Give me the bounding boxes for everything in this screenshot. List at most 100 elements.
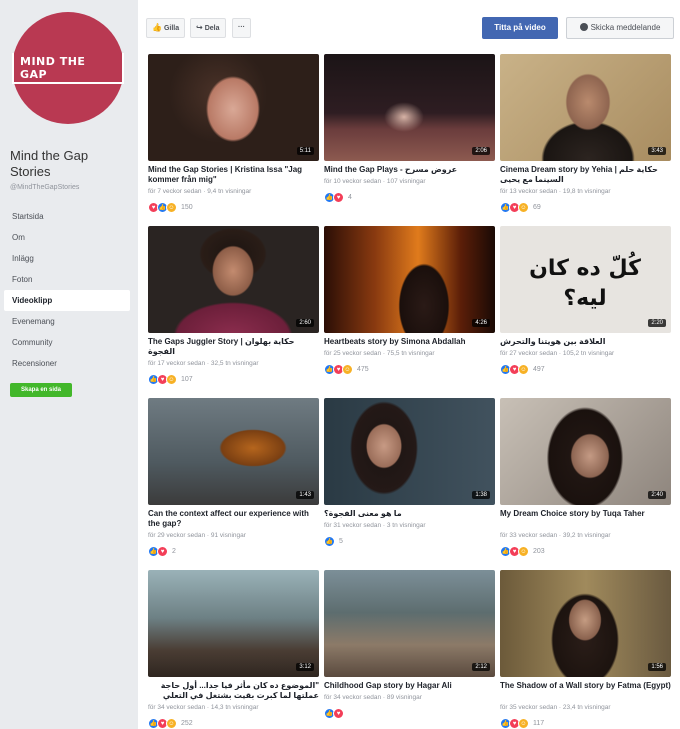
video-card[interactable]: 3:43 Cinema Dream story by Yehia | حكاية… xyxy=(500,54,671,220)
video-meta: för 17 veckor sedan · 32,5 tn visningar xyxy=(148,360,259,367)
video-card[interactable]: 1:43 Can the context affect our experien… xyxy=(148,398,319,564)
video-card[interactable]: 2:12 Childhood Gap story by Hagar Ali fö… xyxy=(324,570,495,729)
nav-item-foton[interactable]: Foton xyxy=(4,269,130,290)
video-thumbnail[interactable]: 2:60 xyxy=(148,226,319,333)
video-title[interactable]: Cinema Dream story by Yehia | حكاية حلم … xyxy=(500,165,671,185)
video-duration: 1:56 xyxy=(648,663,666,671)
video-meta: för 25 veckor sedan · 75,5 tn visningar xyxy=(324,350,435,357)
reaction-summary[interactable]: 👍 ♥ ☺ 117 xyxy=(500,718,544,729)
page-profile-picture[interactable]: MIND THE GAP xyxy=(12,12,124,124)
video-thumbnail[interactable]: كُلّ ده كان ليه؟ 2:20 xyxy=(500,226,671,333)
video-title[interactable]: العلاقة بين هويتنا والتحرش xyxy=(500,337,671,347)
haha-reaction-icon: ☺ xyxy=(518,364,529,375)
nav-item-startsida[interactable]: Startsida xyxy=(4,206,130,227)
video-thumbnail[interactable]: 1:56 xyxy=(500,570,671,677)
video-title[interactable]: Heartbeats story by Simona Abdallah xyxy=(324,337,495,347)
video-meta: för 13 veckor sedan · 19,8 tn visningar xyxy=(500,188,611,195)
stage-light xyxy=(384,102,424,132)
share-page-button[interactable]: ↪ Dela xyxy=(190,18,226,38)
nav-item-recensioner[interactable]: Recensioner xyxy=(4,353,130,374)
page-sidebar: MIND THE GAP Mind the Gap Stories @MindT… xyxy=(0,0,138,729)
page-handle[interactable]: @MindTheGapStories xyxy=(10,184,79,191)
video-title[interactable]: The Gaps Juggler Story | حكاية بهلوان ال… xyxy=(148,337,319,357)
video-meta: för 34 veckor sedan · 14,3 tn visningar xyxy=(148,704,259,711)
haha-reaction-icon: ☺ xyxy=(518,718,529,729)
nav-item-om[interactable]: Om xyxy=(4,227,130,248)
reaction-summary[interactable]: 👍 ♥ ☺ 497 xyxy=(500,364,545,375)
video-thumbnail[interactable]: 5:11 xyxy=(148,54,319,161)
reaction-count: 107 xyxy=(181,376,193,383)
reaction-summary[interactable]: 👍 ♥ ☺ 203 xyxy=(500,546,545,557)
video-thumbnail[interactable]: 3:43 xyxy=(500,54,671,161)
create-page-button[interactable]: Skapa en sida xyxy=(10,383,72,397)
video-thumbnail[interactable]: 4:26 xyxy=(324,226,495,333)
video-thumbnail[interactable]: 3:12 xyxy=(148,570,319,677)
nav-item-inlagg[interactable]: Inlägg xyxy=(4,248,130,269)
video-card[interactable]: كُلّ ده كان ليه؟ 2:20 العلاقة بين هويتنا… xyxy=(500,226,671,392)
video-title[interactable]: ما هو معنى الفجوة؟ xyxy=(324,509,495,519)
reaction-summary[interactable]: 👍 ♥ xyxy=(324,708,348,719)
video-title[interactable]: Can the context affect our experience wi… xyxy=(148,509,319,529)
more-options-button[interactable]: ··· xyxy=(232,18,251,38)
video-duration: 2:60 xyxy=(296,319,314,327)
video-meta: för 35 veckor sedan · 23,4 tn visningar xyxy=(500,704,611,711)
video-thumbnail[interactable]: 2:06 xyxy=(324,54,495,161)
video-card[interactable]: 2:06 Mind the Gap Plays - عروض مسرح för … xyxy=(324,54,495,220)
reaction-count: 252 xyxy=(181,720,193,727)
video-duration: 4:26 xyxy=(472,319,490,327)
logo-text: MIND THE GAP xyxy=(12,52,124,84)
video-card[interactable]: 1:38 ما هو معنى الفجوة؟ för 31 veckor se… xyxy=(324,398,495,564)
send-message-label: Skicka meddelande xyxy=(590,23,661,32)
reaction-summary[interactable]: 👍 ♥ ☺ 107 xyxy=(148,374,193,385)
video-title[interactable]: "الموضوع ده كان مأثر فيا جدا... أول حاجة… xyxy=(148,681,319,701)
video-title[interactable]: Childhood Gap story by Hagar Ali xyxy=(324,681,495,691)
page-name[interactable]: Mind the Gap Stories xyxy=(10,148,130,180)
video-card[interactable]: 1:56 The Shadow of a Wall story by Fatma… xyxy=(500,570,671,729)
video-card[interactable]: 4:26 Heartbeats story by Simona Abdallah… xyxy=(324,226,495,392)
reaction-count: 497 xyxy=(533,366,545,373)
reaction-count: 5 xyxy=(339,538,343,545)
thumbnail-arabic-text: كُلّ ده كان ليه؟ xyxy=(529,256,641,311)
video-duration: 2:12 xyxy=(472,663,490,671)
reaction-count: 475 xyxy=(357,366,369,373)
share-arrow-icon: ↪ xyxy=(196,23,203,32)
reaction-summary[interactable]: 👍 ♥ ☺ 475 xyxy=(324,364,369,375)
reaction-summary[interactable]: 👍 ♥ ☺ 69 xyxy=(500,202,541,213)
reaction-summary[interactable]: ♥ 👍 ☺ 150 xyxy=(148,202,193,213)
video-title[interactable]: My Dream Choice story by Tuqa Taher xyxy=(500,509,671,519)
video-meta: för 29 veckor sedan · 91 visningar xyxy=(148,532,246,539)
like-page-button[interactable]: 👍 Gilla xyxy=(146,18,186,38)
video-title[interactable]: Mind the Gap Plays - عروض مسرح xyxy=(324,165,495,175)
reaction-summary[interactable]: 👍 ♥ ☺ 252 xyxy=(148,718,193,729)
video-thumbnail[interactable]: 1:43 xyxy=(148,398,319,505)
send-message-button[interactable]: Skicka meddelande xyxy=(566,17,674,39)
reaction-summary[interactable]: 👍 5 xyxy=(324,536,343,547)
main-content: 👍 Gilla ↪ Dela ··· Titta på video Skicka m… xyxy=(138,0,680,729)
reaction-count: 203 xyxy=(533,548,545,555)
video-duration: 1:43 xyxy=(296,491,314,499)
video-title[interactable]: The Shadow of a Wall story by Fatma (Egy… xyxy=(500,681,671,691)
video-title[interactable]: Mind the Gap Stories | Kristina Issa "Ja… xyxy=(148,165,319,185)
messenger-icon xyxy=(579,23,588,31)
video-card[interactable]: 5:11 Mind the Gap Stories | Kristina Iss… xyxy=(148,54,319,220)
video-thumbnail[interactable]: 2:12 xyxy=(324,570,495,677)
video-card[interactable]: 2:60 The Gaps Juggler Story | حكاية بهلو… xyxy=(148,226,319,392)
love-reaction-icon: ♥ xyxy=(157,546,168,557)
video-duration: 2:20 xyxy=(648,319,666,327)
video-thumbnail[interactable]: 1:38 xyxy=(324,398,495,505)
reaction-summary[interactable]: 👍 ♥ 2 xyxy=(148,546,176,557)
watch-video-button[interactable]: Titta på video xyxy=(482,17,558,39)
nav-item-community[interactable]: Community xyxy=(4,332,130,353)
video-thumbnail[interactable]: 2:40 xyxy=(500,398,671,505)
nav-item-videoklipp[interactable]: Videoklipp xyxy=(4,290,130,311)
reaction-summary[interactable]: 👍 ♥ 4 xyxy=(324,192,352,203)
love-reaction-icon: ♥ xyxy=(333,708,344,719)
video-meta: för 33 veckor sedan · 39,2 tn visningar xyxy=(500,532,611,539)
video-meta: för 10 veckor sedan · 107 visningar xyxy=(324,178,426,185)
haha-reaction-icon: ☺ xyxy=(518,546,529,557)
love-reaction-icon: ♥ xyxy=(333,192,344,203)
video-card[interactable]: 2:40 My Dream Choice story by Tuqa Taher… xyxy=(500,398,671,564)
video-duration: 5:11 xyxy=(296,147,314,155)
video-card[interactable]: 3:12 "الموضوع ده كان مأثر فيا جدا... أول… xyxy=(148,570,319,729)
nav-item-evenemang[interactable]: Evenemang xyxy=(4,311,130,332)
